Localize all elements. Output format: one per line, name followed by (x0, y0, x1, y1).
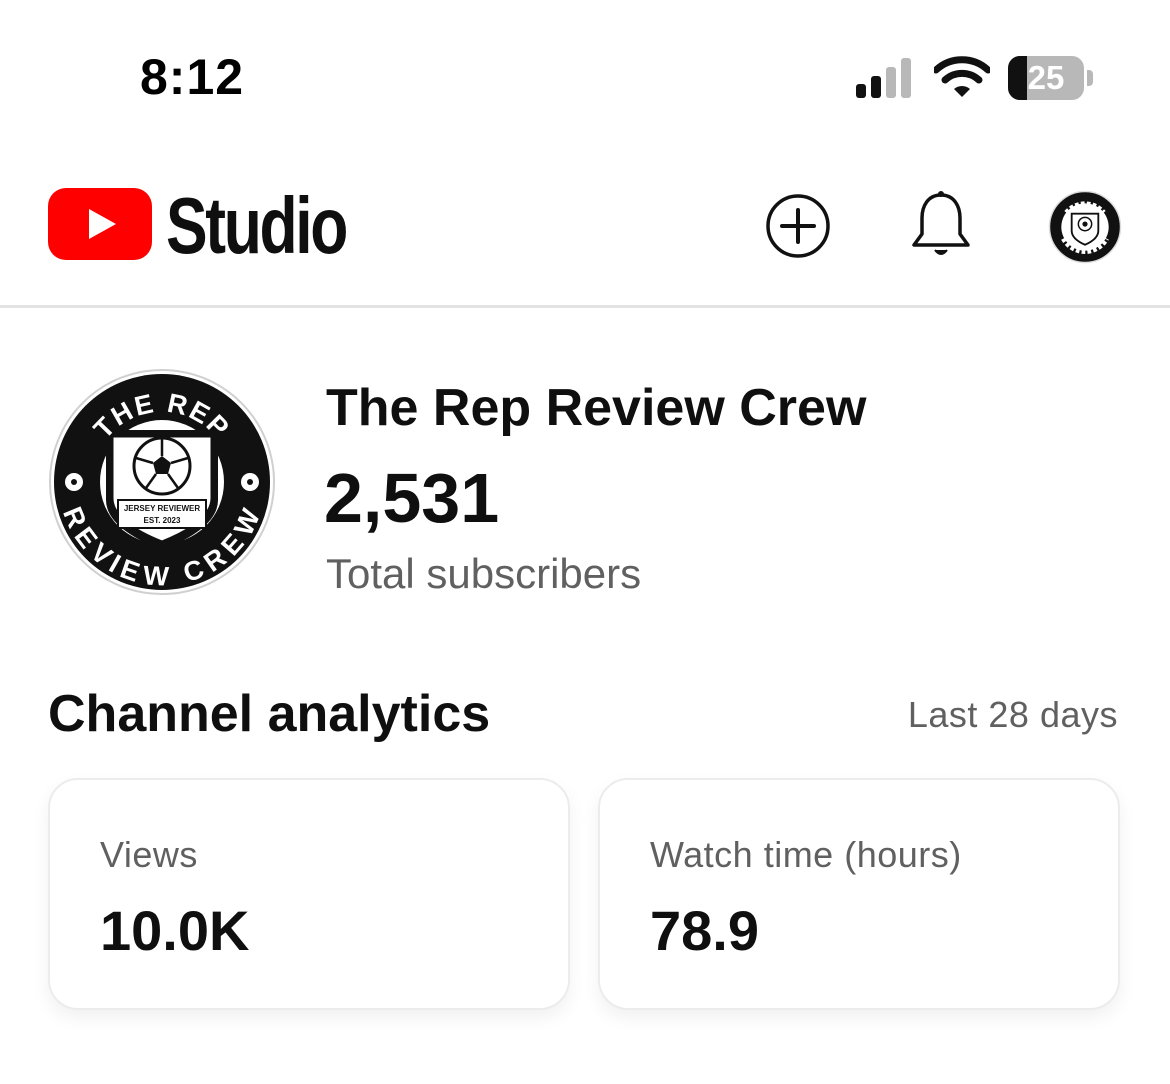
channel-name: The Rep Review Crew (326, 379, 867, 437)
analytics-title: Channel analytics (48, 685, 491, 743)
watch-time-value: 78.9 (650, 899, 759, 962)
channel-avatar[interactable]: JERSEY REVIEWER EST. 2023 THE REP REVIEW… (48, 368, 276, 596)
battery-icon: 25 (1008, 56, 1094, 100)
cellular-signal-icon (856, 58, 911, 98)
status-time: 8:12 (140, 49, 245, 105)
subscriber-label: Total subscribers (326, 550, 642, 597)
youtube-play-icon[interactable] (48, 188, 152, 260)
battery-percentage: 25 (1027, 59, 1065, 96)
views-value: 10.0K (100, 899, 250, 962)
create-icon[interactable] (764, 192, 832, 260)
analytics-date-range: Last 28 days (907, 694, 1118, 735)
watch-time-card[interactable]: Watch time (hours) 78.9 (598, 778, 1120, 1010)
app-header: Studio (0, 140, 1170, 308)
watch-time-label: Watch time (hours) (650, 834, 962, 875)
logo-badge-line1: JERSEY REVIEWER (124, 504, 201, 513)
wifi-icon (934, 56, 990, 97)
logo-badge-line2: EST. 2023 (144, 516, 181, 525)
account-avatar[interactable] (1048, 190, 1122, 264)
views-card[interactable]: Views 10.0K (48, 778, 570, 1010)
notifications-bell-icon[interactable] (908, 190, 974, 260)
status-bar: 8:12 25 (0, 0, 1170, 140)
subscriber-count: 2,531 (324, 459, 500, 537)
views-label: Views (100, 834, 198, 875)
app-name: Studio (166, 181, 348, 270)
